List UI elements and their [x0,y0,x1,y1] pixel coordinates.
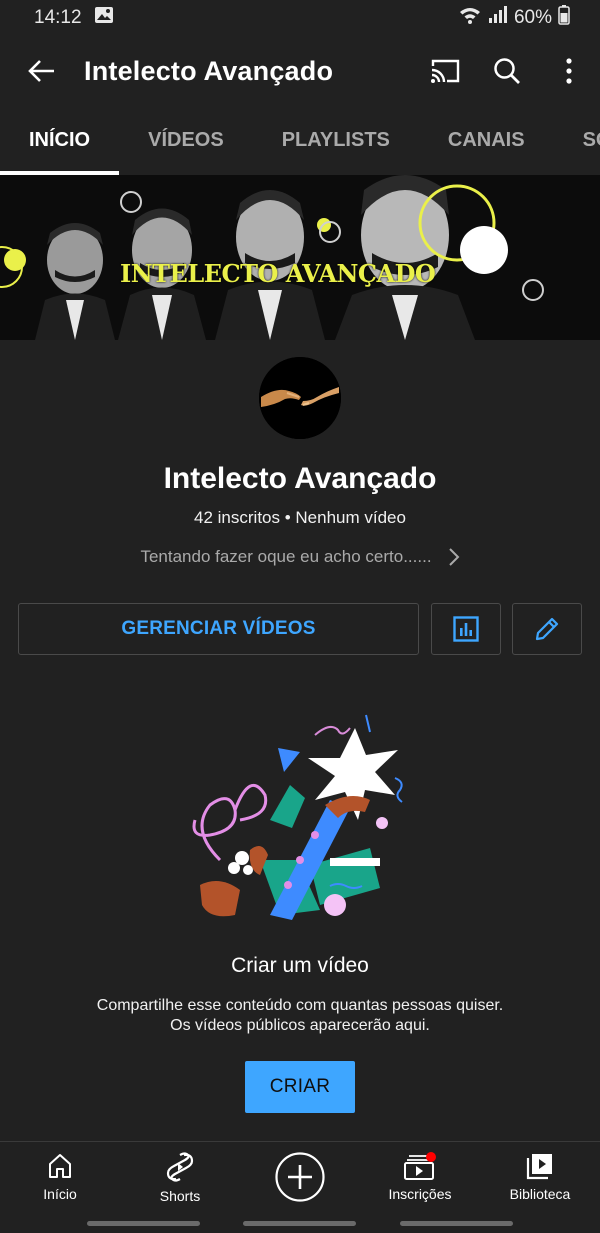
channel-description: Tentando fazer oque eu acho certo...... [140,547,432,566]
home-icon [49,1154,71,1178]
create-button[interactable]: CRIAR [245,1061,355,1113]
nav-label-subscriptions: Inscrições [388,1186,452,1202]
analytics-icon [453,616,479,642]
channel-tabs: INÍCIO VÍDEOS PLAYLISTS CANAIS SOBRE [0,106,600,175]
creation-of-adam-hands-image [259,357,341,439]
channel-banner: INTELECTO AVANÇADO [0,175,600,340]
edit-pencil-icon [535,617,559,641]
nav-item-library[interactable]: Biblioteca [480,1152,600,1202]
search-button[interactable] [476,36,538,106]
analytics-button[interactable] [431,603,501,655]
shorts-icon [166,1152,194,1182]
back-button[interactable] [0,36,84,106]
gesture-bar-center [243,1221,356,1226]
gesture-bar-right [400,1221,513,1226]
gesture-bar-left [87,1221,200,1226]
channel-avatar[interactable] [259,357,341,439]
create-plus-icon [275,1152,325,1202]
tab-inicio[interactable]: INÍCIO [0,106,120,175]
app-bar: Intelecto Avançado [0,36,600,106]
manage-videos-button[interactable]: GERENCIAR VÍDEOS [18,603,419,655]
nav-item-home[interactable]: Início [0,1152,120,1202]
channel-stats: 42 inscritos • Nenhum vídeo [194,508,406,527]
search-icon [494,58,520,84]
channel-name: Intelecto Avançado [163,462,437,495]
bottom-navigation: Início Shorts Inscrições Biblioteca [0,1141,600,1233]
nav-label-shorts: Shorts [159,1188,201,1204]
nav-label-library: Biblioteca [509,1186,571,1202]
edit-channel-button[interactable] [512,603,582,655]
status-bar: 14:12 60% [0,0,600,36]
channel-description-row[interactable]: Tentando fazer oque eu acho certo...... [0,547,600,567]
empty-state-title: Criar um vídeo [231,954,369,977]
empty-state-line-2: Os vídeos públicos aparecerão aqui. [170,1017,430,1034]
empty-state-line-1: Compartilhe esse conteúdo com quantas pe… [96,997,504,1014]
signal-icon [488,6,508,30]
empty-state-description: Compartilhe esse conteúdo com quantas pe… [0,996,600,1036]
nav-item-shorts[interactable]: Shorts [120,1152,240,1204]
chevron-right-icon [448,548,459,566]
library-icon [526,1154,552,1180]
nav-label-home: Início [43,1186,77,1202]
create-video-illustration [192,714,403,920]
gallery-notification-icon [94,6,114,30]
tab-playlists[interactable]: PLAYLISTS [253,106,419,175]
tab-sobre[interactable]: SOBRE [554,106,600,175]
status-time: 14:12 [34,7,82,28]
wifi-icon [458,5,482,31]
nav-item-create[interactable] [240,1151,360,1203]
nav-item-subscriptions[interactable]: Inscrições [360,1152,480,1202]
app-title: Intelecto Avançado [84,55,334,86]
tab-canais[interactable]: CANAIS [419,106,554,175]
tab-videos[interactable]: VÍDEOS [119,106,253,175]
battery-icon [558,5,570,31]
more-vert-icon [566,58,572,84]
cast-button[interactable] [414,36,476,106]
banner-artwork [0,175,544,340]
cast-icon [431,59,460,83]
back-arrow-icon [28,60,54,82]
subscriptions-icon [404,1152,436,1180]
banner-title: INTELECTO AVANÇADO [120,259,436,288]
battery-percent: 60% [513,7,552,28]
more-options-button[interactable] [538,36,600,106]
